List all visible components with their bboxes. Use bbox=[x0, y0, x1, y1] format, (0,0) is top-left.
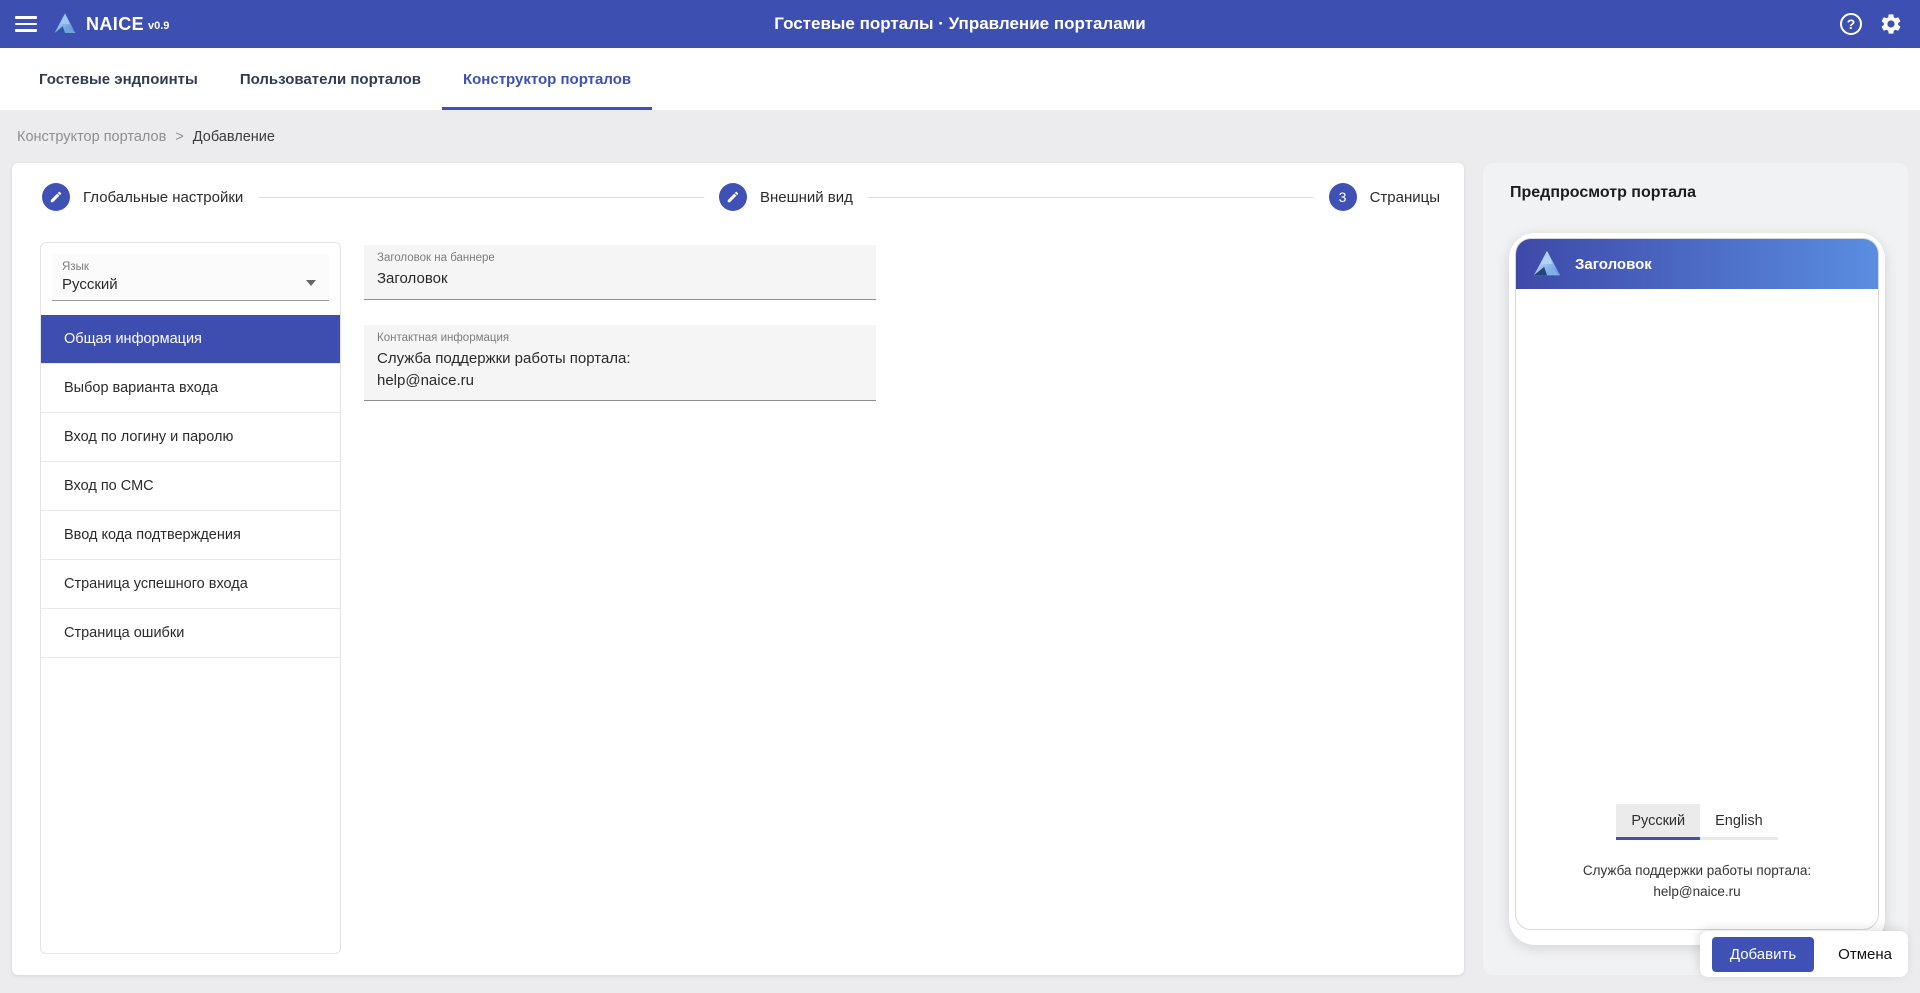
preview-body bbox=[1516, 289, 1878, 804]
breadcrumb-parent[interactable]: Конструктор порталов bbox=[17, 129, 166, 145]
preview-banner-title: Заголовок bbox=[1575, 255, 1652, 273]
step-number-badge: 3 bbox=[1328, 183, 1357, 211]
language-select-value: Русский bbox=[62, 276, 118, 293]
section-item-error-page[interactable]: Страница ошибки bbox=[41, 609, 340, 658]
app-name: NAICE bbox=[86, 13, 145, 34]
banner-title-input[interactable]: Заголовок bbox=[377, 268, 863, 290]
form-actions-bar: Добавить Отмена bbox=[1699, 931, 1908, 977]
hamburger-menu-icon[interactable] bbox=[15, 12, 37, 36]
stepper-connector bbox=[867, 196, 1314, 198]
wizard-stepper: Глобальные настройки Внешний вид 3 Стран… bbox=[42, 183, 1440, 211]
main-tabbar: Гостевые эндпоинты Пользователи порталов… bbox=[0, 48, 1920, 110]
add-button[interactable]: Добавить bbox=[1711, 936, 1815, 972]
section-item-login-sms[interactable]: Вход по СМС bbox=[41, 462, 340, 511]
page-sections-card: Язык Русский Общая информация Выбор вари… bbox=[40, 242, 341, 954]
section-list: Общая информация Выбор варианта входа Вх… bbox=[41, 315, 340, 658]
section-item-general-info[interactable]: Общая информация bbox=[41, 315, 340, 364]
chevron-down-icon bbox=[306, 280, 316, 286]
portal-preview-page: Заголовок Русский English Служба поддерж… bbox=[1515, 238, 1879, 930]
help-icon[interactable]: ? bbox=[1840, 13, 1862, 35]
gear-icon[interactable] bbox=[1879, 12, 1903, 36]
portal-preview-frame: Заголовок Русский English Служба поддерж… bbox=[1509, 233, 1885, 945]
contact-info-field: Контактная информация Служба поддержки р… bbox=[364, 324, 876, 402]
section-item-confirmation-code[interactable]: Ввод кода подтверждения bbox=[41, 511, 340, 560]
breadcrumb-separator: > bbox=[175, 128, 184, 145]
preview-tab-english[interactable]: English bbox=[1700, 804, 1778, 841]
step-appearance[interactable]: Внешний вид bbox=[718, 183, 853, 211]
step-label: Внешний вид bbox=[759, 188, 853, 206]
breadcrumb-current: Добавление bbox=[192, 128, 275, 145]
naice-logo-icon bbox=[1532, 249, 1562, 279]
tab-guest-endpoints[interactable]: Гостевые эндпоинты bbox=[18, 48, 219, 110]
portal-editor-card: Глобальные настройки Внешний вид 3 Стран… bbox=[12, 163, 1464, 975]
section-item-login-variant[interactable]: Выбор варианта входа bbox=[41, 364, 340, 413]
preview-banner: Заголовок bbox=[1516, 239, 1878, 289]
page-title: Гостевые порталы · Управление порталами bbox=[774, 14, 1146, 33]
preview-tab-russian[interactable]: Русский bbox=[1616, 804, 1701, 841]
contact-info-label: Контактная информация bbox=[377, 331, 510, 344]
contact-info-textarea[interactable]: Служба поддержки работы портала: help@na… bbox=[377, 348, 863, 392]
section-item-success-page[interactable]: Страница успешного входа bbox=[41, 560, 340, 609]
naice-logo-icon bbox=[53, 12, 77, 36]
preview-language-tabs: Русский English bbox=[1516, 804, 1878, 841]
step-global-settings[interactable]: Глобальные настройки bbox=[42, 183, 243, 211]
step-label: Глобальные настройки bbox=[83, 188, 244, 206]
preview-tab-label: Русский bbox=[1616, 804, 1701, 838]
breadcrumb: Конструктор порталов > Добавление bbox=[0, 110, 275, 163]
preview-panel-title: Предпросмотр портала bbox=[1510, 184, 1697, 201]
general-info-form: Заголовок на баннере Заголовок Контактна… bbox=[364, 245, 876, 426]
tab-portal-users[interactable]: Пользователи порталов bbox=[219, 48, 442, 110]
section-item-login-password[interactable]: Вход по логину и паролю bbox=[41, 413, 340, 462]
edit-icon bbox=[718, 183, 747, 211]
language-select[interactable]: Язык Русский bbox=[52, 254, 329, 301]
banner-title-label: Заголовок на баннере bbox=[377, 252, 495, 264]
step-label: Страницы bbox=[1369, 188, 1441, 206]
stepper-connector bbox=[258, 196, 704, 198]
app-version: v0.9 bbox=[148, 20, 170, 32]
preview-support-text: Служба поддержки работы портала: help@na… bbox=[1582, 863, 1812, 900]
tab-portal-constructor[interactable]: Конструктор порталов bbox=[441, 48, 653, 110]
banner-title-field: Заголовок на баннере Заголовок bbox=[364, 245, 876, 300]
preview-tab-label: English bbox=[1715, 813, 1763, 830]
step-pages[interactable]: 3 Страницы bbox=[1328, 183, 1441, 211]
edit-icon bbox=[42, 183, 70, 211]
cancel-button[interactable]: Отмена bbox=[1838, 946, 1892, 963]
app-header: NAICE v0.9 Гостевые порталы · Управление… bbox=[0, 0, 1920, 48]
tab-indicator bbox=[1700, 837, 1778, 841]
preview-panel: Предпросмотр портала Заголовок Русский E… bbox=[1483, 163, 1908, 975]
tab-indicator bbox=[1616, 837, 1701, 841]
app-logo: NAICE v0.9 bbox=[53, 12, 169, 36]
language-select-label: Язык bbox=[62, 261, 89, 273]
